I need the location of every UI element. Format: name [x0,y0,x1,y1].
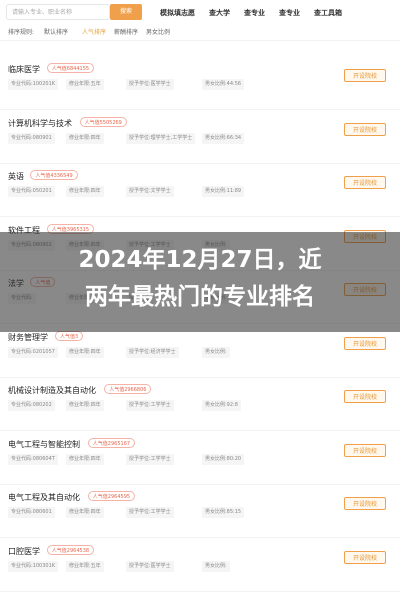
view-schools-button[interactable]: 开设院校 [344,550,386,564]
popularity-badge: 人气值2964595 [87,491,136,501]
top-nav: 模拟填志愿 查大学 查专业 查专业 查工具箱 [160,0,356,26]
major-code: 专业代码:080601 [8,507,55,518]
view-schools-button[interactable]: 开设院校 [344,497,386,510]
major-code: 专业代码:0201057 [8,346,58,358]
gender-ratio: 男女比例:85:15 [202,507,245,518]
major-code: 专业代码:050201 [8,186,55,197]
list-item[interactable]: 电气工程及其自动化 人气值2964595 专业代码:080601 修业年限:四年 授予学… [0,484,400,538]
gender-ratio: 男女比例:66:34 [202,132,245,144]
major-title[interactable]: 计算机科学与技术 [8,118,72,129]
list-item[interactable]: 电气工程与智能控制 人气值2965167 专业代码:080604T 修业年限:四年 授予… [0,431,400,485]
list-item[interactable]: 临床医学 人气值6844155 专业代码:100201K 修业年限:五年 授予学位:医学… [0,56,400,110]
popularity-badge: 人气值6844155 [46,63,95,73]
nav-item-major-2[interactable]: 查专业 [279,0,300,26]
degree: 授予学位:文学学士 [126,186,174,197]
sort-default[interactable]: 默认排序 [44,26,68,40]
major-title[interactable]: 英语 [8,171,24,182]
title-overlay: 2024年12月27日，近 两年最热门的专业排名 [0,232,400,332]
study-years: 修业年限:四年 [66,132,104,144]
popularity-badge: 人气值2965167 [87,437,136,448]
gender-ratio: 男女比例: [202,560,230,572]
sort-popularity[interactable]: 人气排序 [82,26,106,40]
gender-ratio: 男女比例: [202,346,230,358]
list-item[interactable]: 机械设计制造及其自动化 人气值2966806 专业代码:080202 修业年限:四年 授… [0,377,400,431]
major-title[interactable]: 机械设计制造及其自动化 [8,385,96,396]
major-title[interactable]: 电气工程与智能控制 [8,439,80,450]
nav-item-university[interactable]: 查大学 [209,0,230,26]
major-code: 专业代码:100301K [8,560,59,572]
study-years: 修业年限:四年 [66,186,104,197]
view-schools-button[interactable]: 开设院校 [344,176,386,189]
view-schools-button[interactable]: 开设院校 [344,443,386,457]
view-schools-button[interactable]: 开设院校 [344,122,386,136]
top-bar: 请输入专业、职业名称 搜索 模拟填志愿 查大学 查专业 查专业 查工具箱 [0,0,400,27]
popularity-badge: 人气值4336549 [30,170,78,180]
degree: 授予学位:医学学士 [126,560,174,572]
view-schools-button[interactable]: 开设院校 [344,69,386,82]
major-title[interactable]: 电气工程及其自动化 [8,492,80,503]
search-button[interactable]: 搜索 [110,4,142,20]
study-years: 修业年限:五年 [66,560,104,572]
degree: 授予学位:工学学士 [126,453,174,465]
study-years: 修业年限:四年 [66,400,104,411]
overlay-line-2: 两年最热门的专业排名 [85,284,315,310]
view-schools-button[interactable]: 开设院校 [344,336,386,350]
nav-item-major[interactable]: 查专业 [244,0,265,26]
degree: 授予学位:经济学学士 [126,346,179,358]
study-years: 修业年限:四年 [66,453,104,465]
gender-ratio: 男女比例:80:20 [202,453,245,465]
study-years: 修业年限:五年 [66,79,104,90]
popularity-badge: 人气值3 [55,330,84,341]
list-item[interactable]: 计算机科学与技术 人气值5505269 专业代码:080901 修业年限:四年 授予学位… [0,110,400,164]
major-title[interactable]: 口腔医学 [8,546,40,557]
sort-label: 排序规则: [8,29,35,36]
search-input[interactable]: 请输入专业、职业名称 [6,4,110,20]
study-years: 修业年限:四年 [66,346,104,358]
popularity-badge: 人气值2966806 [104,384,152,394]
gender-ratio: 男女比例:11:89 [202,186,245,197]
gender-ratio: 男女比例:44:56 [202,79,245,90]
major-code: 专业代码:100201K [8,79,59,90]
popularity-badge: 人气值5505269 [79,116,127,127]
sort-salary[interactable]: 薪酬排序 [114,26,138,40]
overlay-headline: 2024年12月27日，近 两年最热门的专业排名 [0,242,400,316]
major-title[interactable]: 财务管理学 [8,332,48,343]
major-code: 专业代码:080604T [8,453,58,465]
degree: 授予学位:工学学士 [126,507,174,518]
list-item[interactable]: 口腔医学 人气值2964538 专业代码:100301K 修业年限:五年 授予学位:医学… [0,538,400,592]
gender-ratio: 男女比例:92:8 [202,400,241,411]
overlay-line-1: 2024年12月27日，近 [78,247,322,273]
nav-item-toolbox[interactable]: 查工具箱 [314,0,342,26]
popularity-badge: 人气值2964538 [46,544,95,555]
major-code: 专业代码:080901 [8,132,55,144]
nav-item-simulate[interactable]: 模拟填志愿 [160,0,195,26]
degree: 授予学位:工学学士 [126,400,174,411]
study-years: 修业年限:四年 [66,507,104,518]
list-item[interactable]: 英语 人气值4336549 专业代码:050201 修业年限:四年 授予学位:文学学士 男… [0,163,400,217]
degree: 授予学位:医学学士 [126,79,174,90]
sort-bar: 排序规则: 默认排序 人气排序 薪酬排序 男女比例 [0,26,400,41]
degree: 授予学位:理学学士,工学学士 [126,132,196,144]
view-schools-button[interactable]: 开设院校 [344,390,386,403]
sort-gender-ratio[interactable]: 男女比例 [146,26,170,40]
major-code: 专业代码:080202 [8,400,55,411]
major-title[interactable]: 临床医学 [8,64,40,75]
